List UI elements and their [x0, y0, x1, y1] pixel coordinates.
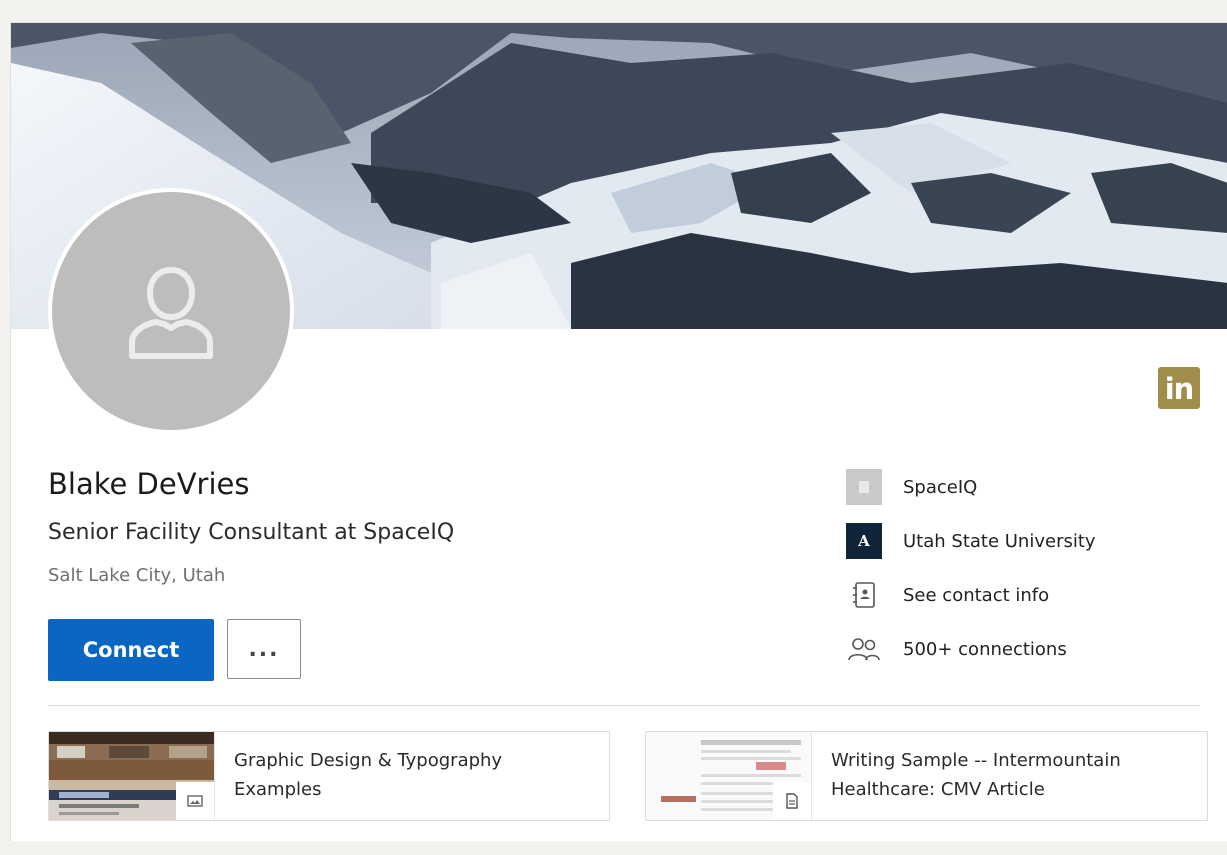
connect-button[interactable]: Connect — [48, 619, 214, 681]
contact-info-link[interactable]: See contact info — [903, 585, 1049, 606]
linkedin-logo-icon[interactable]: in — [1158, 367, 1200, 409]
featured-thumbnail — [49, 732, 215, 820]
person-silhouette-icon — [129, 266, 213, 359]
featured-item-graphic-design[interactable]: Graphic Design & Typography Examples — [48, 731, 610, 821]
featured-thumbnail — [646, 732, 812, 820]
profile-location: Salt Lake City, Utah — [48, 565, 226, 586]
featured-title: Graphic Design & Typography Examples — [234, 750, 503, 800]
company-logo-icon — [846, 469, 882, 505]
sidebar-item-contact-info[interactable]: See contact info — [846, 577, 1049, 613]
profile-headline: Senior Facility Consultant at SpaceIQ — [48, 520, 455, 545]
school-logo-letter: A — [858, 531, 870, 550]
school-name: Utah State University — [903, 530, 1096, 552]
school-logo-icon: A — [846, 523, 882, 559]
image-icon — [176, 782, 214, 820]
company-name: SpaceIQ — [903, 476, 978, 498]
profile-name: Blake DeVries — [48, 467, 250, 501]
profile-avatar[interactable] — [48, 188, 294, 434]
document-icon — [773, 782, 811, 820]
featured-title: Writing Sample -- Intermountain Healthca… — [831, 750, 1121, 800]
avatar-placeholder — [52, 192, 290, 430]
people-icon — [846, 631, 882, 667]
profile-card: in Blake DeVries Senior Facility Consult… — [10, 22, 1227, 841]
sidebar-item-school[interactable]: A Utah State University — [846, 523, 1096, 559]
sidebar-item-company[interactable]: SpaceIQ — [846, 469, 977, 505]
section-divider — [48, 705, 1200, 706]
connections-count: 500+ connections — [903, 638, 1067, 660]
contact-card-icon — [846, 577, 882, 613]
more-actions-button[interactable]: ... — [227, 619, 301, 679]
featured-item-writing-sample[interactable]: Writing Sample -- Intermountain Healthca… — [645, 731, 1208, 821]
sidebar-item-connections[interactable]: 500+ connections — [846, 631, 1067, 667]
